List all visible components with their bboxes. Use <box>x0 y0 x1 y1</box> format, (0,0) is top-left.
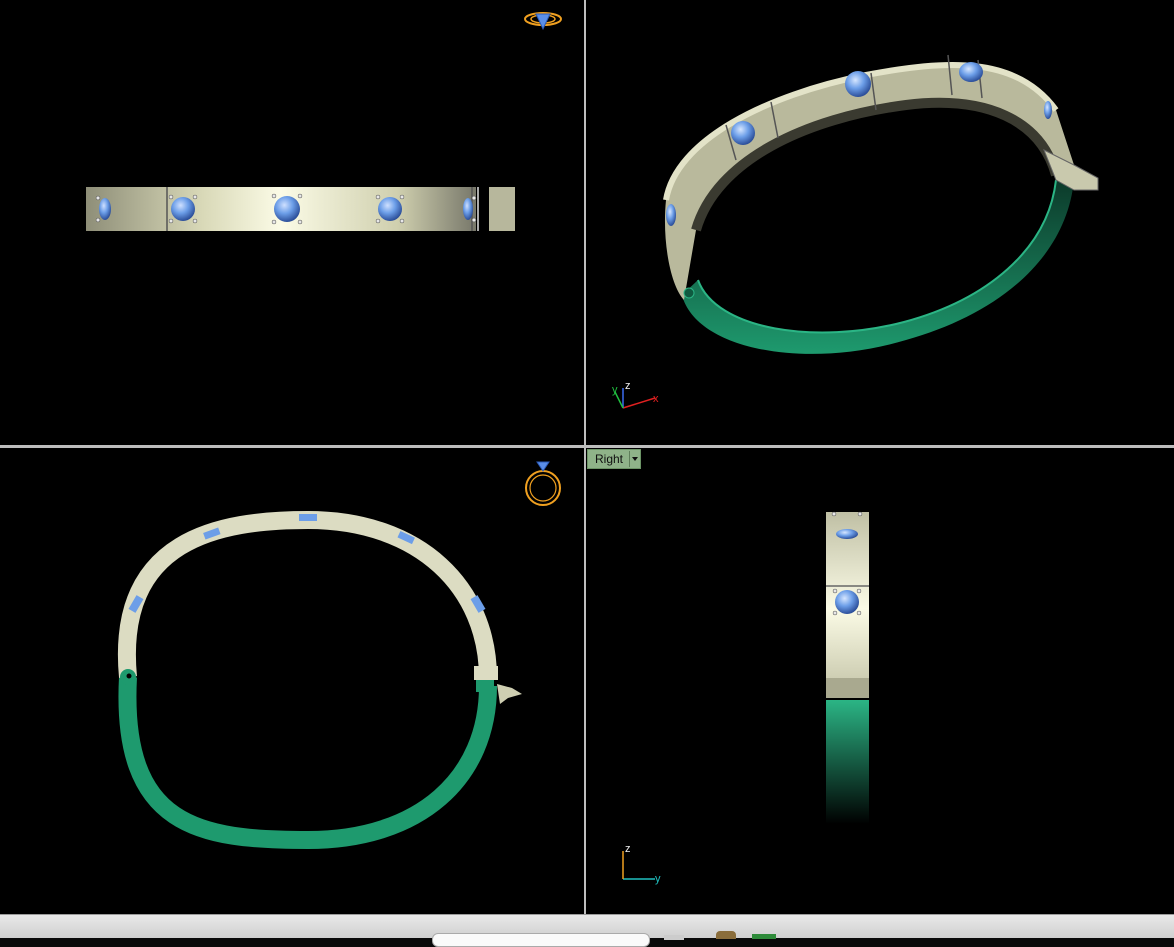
gem <box>959 62 983 82</box>
gem <box>731 121 755 145</box>
perspective-view[interactable]: x y z <box>586 0 1174 445</box>
gem <box>835 590 859 614</box>
view-label-text: Right <box>595 452 624 466</box>
axis-z-label: z <box>625 843 631 855</box>
axis-triad: y z <box>622 843 661 885</box>
command-input[interactable] <box>432 933 650 947</box>
status-bar <box>0 914 1174 947</box>
gem <box>845 71 871 97</box>
gem <box>274 196 300 222</box>
gem <box>299 514 317 521</box>
axis-z-label: z <box>625 380 631 392</box>
gem <box>171 197 195 221</box>
chevron-down-icon[interactable] <box>629 451 640 467</box>
front-view[interactable] <box>0 0 584 445</box>
bracelet-perspective-model <box>663 54 1099 354</box>
viewport-splitter-horizontal[interactable] <box>0 445 1174 448</box>
gem <box>463 198 473 220</box>
bracelet-front-model <box>86 187 515 231</box>
gem <box>836 529 858 539</box>
gem <box>99 198 111 220</box>
gem <box>1044 101 1052 119</box>
axis-triad: x y z <box>612 380 659 409</box>
gem <box>378 197 402 221</box>
gem <box>666 204 676 226</box>
status-icon <box>664 935 684 940</box>
bracelet-right-model <box>826 511 869 824</box>
axis-x-label: x <box>653 393 659 405</box>
status-icon <box>716 931 736 939</box>
ring-gizmo-icon[interactable] <box>524 12 562 31</box>
axis-y-label: y <box>655 873 661 885</box>
right-view[interactable]: Right y z <box>586 448 1174 914</box>
top-view[interactable] <box>0 448 584 914</box>
viewport-splitter-vertical[interactable] <box>584 0 586 916</box>
axis-y-label: y <box>612 384 618 396</box>
view-label-right[interactable]: Right <box>587 449 642 469</box>
bracelet-top-model <box>117 510 522 850</box>
ring-top-gizmo-icon[interactable] <box>525 461 561 506</box>
